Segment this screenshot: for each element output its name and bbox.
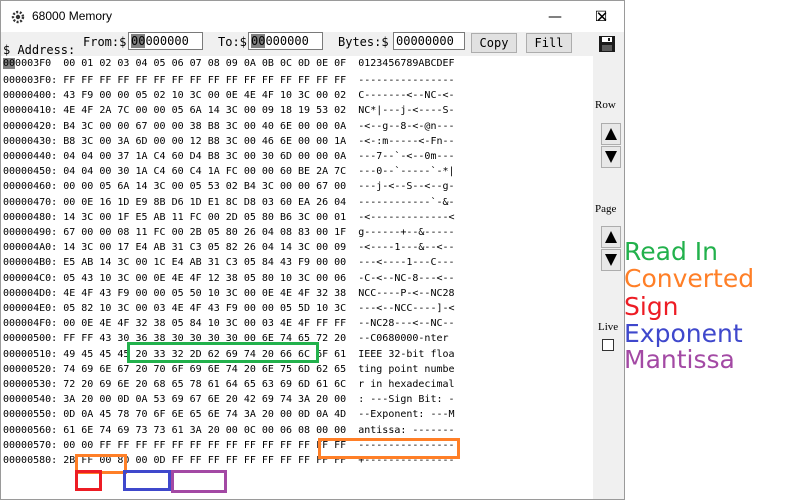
- hex-row: 000003F0: FF FF FF FF FF FF FF FF FF FF …: [3, 75, 455, 86]
- fill-button[interactable]: Fill: [526, 33, 572, 53]
- hex-row: 00000550: 0D 0A 45 78 70 6F 6E 65 6E 74 …: [3, 409, 455, 421]
- column-headers: 00 01 02 03 04 05 06 07 08 09 0A 0B 0C 0…: [63, 58, 455, 69]
- hex-row: 00000400: 43 F9 00 00 05 02 10 3C 00 0E …: [3, 90, 455, 102]
- from-field[interactable]: 00000000: [128, 32, 203, 50]
- exponent-box: [123, 470, 171, 491]
- title-bar: 68000 Memory — ☐: [1, 1, 624, 32]
- hex-row: 000004C0: 05 43 10 3C 00 0E 4E 4F 12 38 …: [3, 272, 455, 284]
- hex-header-row: 000003F0 00 01 02 03 04 05 06 07 08 09 0…: [3, 56, 455, 71]
- window-title: 68000 Memory: [32, 9, 113, 23]
- row-label: Row: [595, 99, 616, 111]
- sign-box: [75, 470, 102, 491]
- page-down-button[interactable]: [601, 249, 621, 271]
- legend-converted: Converted: [624, 264, 755, 293]
- legend-read-in: Read In: [624, 237, 718, 266]
- hex-row: 00000530: 72 20 69 6E 20 68 65 78 61 64 …: [3, 379, 455, 390]
- address-field[interactable]: 0003F0: [15, 58, 51, 69]
- legend-sign: Sign: [624, 292, 679, 321]
- hex-row: 00000490: 67 00 00 08 11 FC 00 2B 05 80 …: [3, 227, 455, 238]
- row-up-button[interactable]: [601, 123, 621, 145]
- hex-row: 00000420: B4 3C 00 00 67 00 00 38 B8 3C …: [3, 120, 455, 132]
- bytes-label: Bytes:$: [338, 35, 389, 49]
- hex-row: 000004E0: 05 82 10 3C 00 03 4E 4F 43 F9 …: [3, 303, 455, 314]
- hex-row: 00000450: 04 04 00 30 1A C4 60 C4 1A FC …: [3, 166, 455, 178]
- hex-row: 00000520: 74 69 6E 67 20 70 6F 69 6E 74 …: [3, 363, 455, 375]
- hex-row: 00000480: 14 3C 00 1F E5 AB 11 FC 00 2D …: [3, 211, 455, 223]
- floppy-disk-icon[interactable]: [598, 35, 616, 53]
- from-label: From:$: [83, 35, 127, 49]
- bytes-field[interactable]: 00000000: [393, 32, 465, 50]
- hex-row: 000004B0: E5 AB 14 3C 00 1C E4 AB 31 C3 …: [3, 257, 455, 269]
- converted-box-upper: [318, 438, 460, 459]
- triangle-up-icon: [605, 128, 617, 140]
- page-label: Page: [595, 203, 617, 215]
- mantissa-box: [171, 470, 227, 493]
- address-field-selected[interactable]: 00: [3, 58, 16, 69]
- memory-window: 68000 Memory — ☐ ✕ $ Address: From:$ 000…: [0, 0, 625, 500]
- hex-dump-panel[interactable]: 000003F0 00 01 02 03 04 05 06 07 08 09 0…: [1, 56, 593, 499]
- live-checkbox[interactable]: [602, 339, 614, 351]
- copy-button[interactable]: Copy: [471, 33, 517, 53]
- legend-mantissa: Mantissa: [624, 345, 735, 374]
- legend-exponent: Exponent: [624, 319, 743, 348]
- gear-icon: [11, 10, 25, 24]
- read-in-box: [127, 342, 319, 363]
- hex-row: 000004A0: 14 3C 00 17 E4 AB 31 C3 05 82 …: [3, 242, 455, 254]
- hex-row: 00000470: 00 0E 16 1D E9 8B D6 1D E1 8C …: [3, 196, 455, 208]
- triangle-up-icon: [605, 231, 617, 243]
- hex-row: 00000440: 04 04 00 37 1A C4 60 D4 B8 3C …: [3, 151, 455, 162]
- minimize-button[interactable]: —: [532, 1, 578, 32]
- to-field[interactable]: 00000000: [248, 32, 323, 50]
- hex-row: 00000460: 00 00 05 6A 14 3C 00 05 53 02 …: [3, 181, 455, 193]
- hex-row: 00000540: 3A 20 00 0D 0A 53 69 67 6E 20 …: [3, 394, 455, 406]
- hex-row: 00000410: 4E 4F 2A 7C 00 00 05 6A 14 3C …: [3, 105, 455, 117]
- hex-row: 000004F0: 00 0E 4E 4F 32 38 05 84 10 3C …: [3, 318, 455, 330]
- page-up-button[interactable]: [601, 226, 621, 248]
- row-down-button[interactable]: [601, 146, 621, 168]
- to-label: To:$: [218, 35, 247, 49]
- live-label: Live: [598, 321, 619, 333]
- address-label: $ Address:: [3, 43, 76, 57]
- close-button[interactable]: ✕: [579, 1, 624, 32]
- hex-row: 000004D0: 4E 4F 43 F9 00 00 05 50 10 3C …: [3, 287, 455, 299]
- triangle-down-icon: [605, 151, 617, 163]
- hex-row: 00000560: 61 6E 74 69 73 73 61 3A 20 00 …: [3, 424, 455, 436]
- hex-row: 00000430: B8 3C 00 3A 6D 00 00 12 B8 3C …: [3, 135, 455, 147]
- triangle-down-icon: [605, 254, 617, 266]
